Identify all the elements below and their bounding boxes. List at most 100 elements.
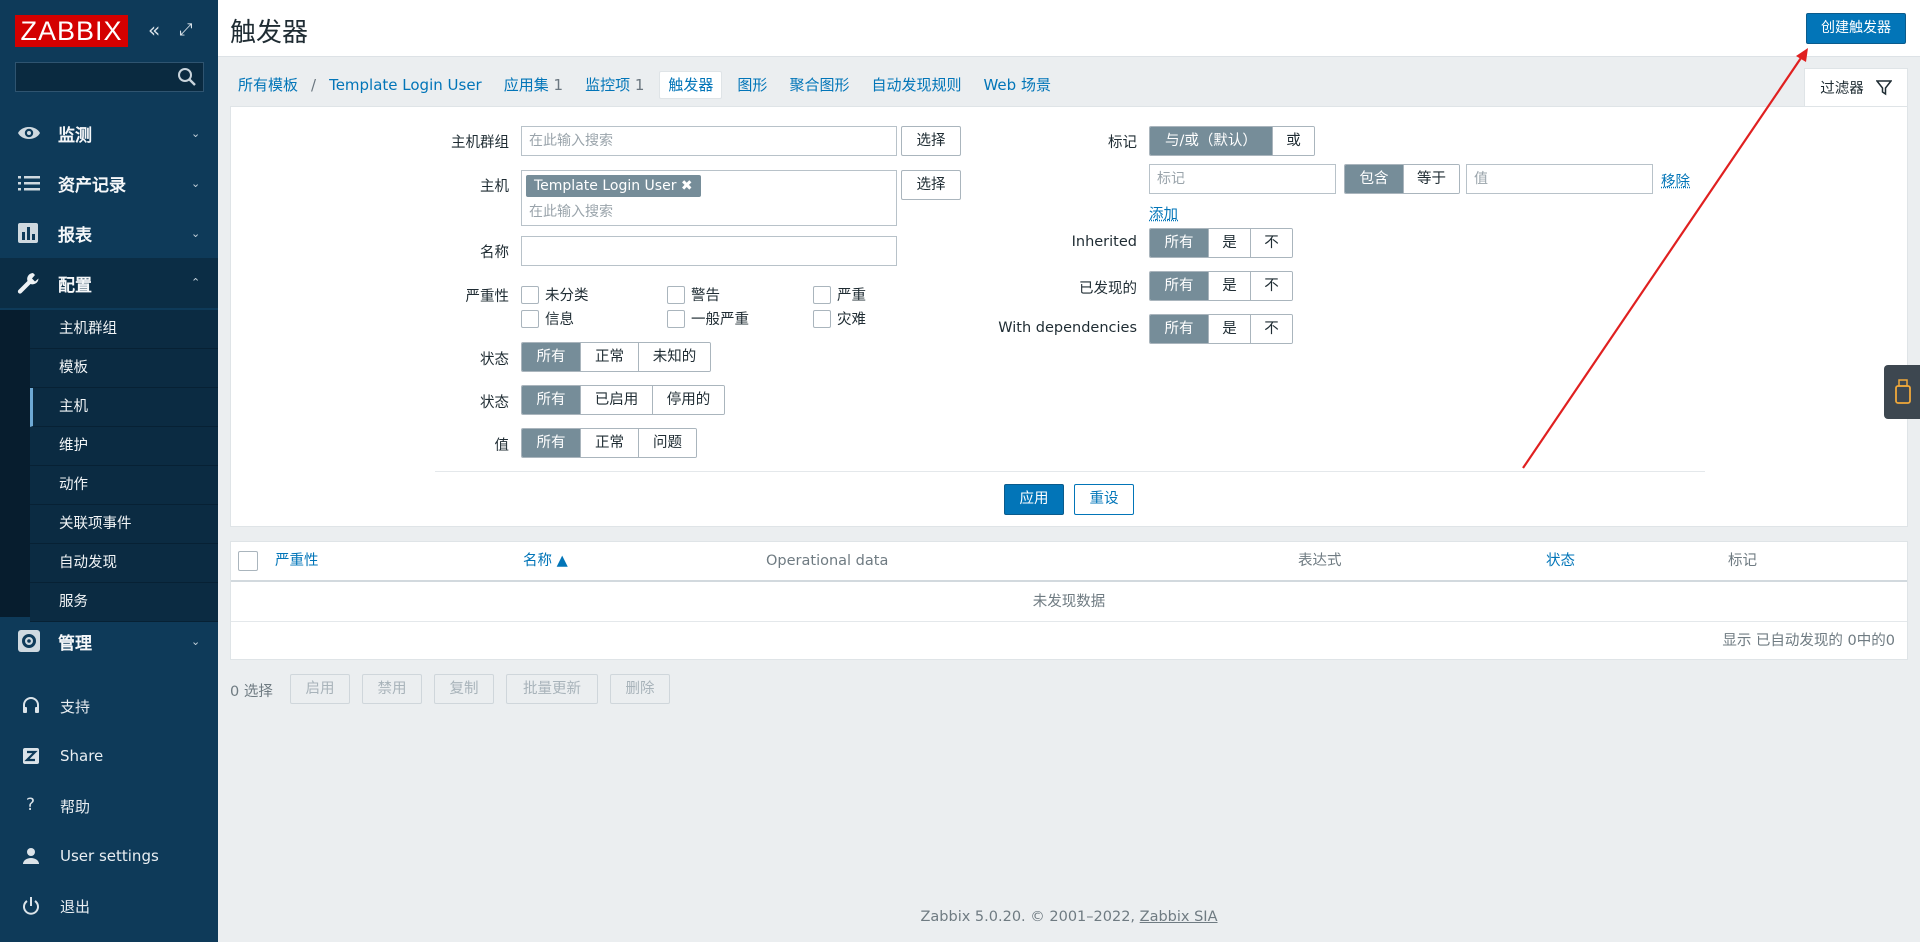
tag-contains-option[interactable]: 包含 xyxy=(1345,165,1403,193)
state-normal-option[interactable]: 正常 xyxy=(580,343,638,371)
severity-average-checkbox[interactable]: 一般严重 xyxy=(667,308,749,329)
menu-support[interactable]: 支持 xyxy=(0,683,218,729)
state-unknown-option[interactable]: 未知的 xyxy=(638,343,710,371)
host-search-input[interactable]: 在此输入搜索 xyxy=(529,201,613,221)
inherited-yes-option[interactable]: 是 xyxy=(1208,229,1250,257)
menu-help-label: 帮助 xyxy=(60,797,91,816)
tab-items[interactable]: 监控项 1 xyxy=(574,70,655,100)
checkbox-box[interactable] xyxy=(813,309,831,328)
submenu-actions[interactable]: 动作 xyxy=(30,466,218,505)
name-input[interactable] xyxy=(521,236,897,266)
collapse-sidebar-icon[interactable]: « xyxy=(148,18,160,42)
delete-button[interactable]: 删除 xyxy=(610,674,670,704)
host-multiselect[interactable]: Template Login User ✖ 在此输入搜索 xyxy=(521,170,897,226)
menu-sign-out[interactable]: 退出 xyxy=(0,883,218,929)
tab-triggers[interactable]: 触发器 xyxy=(659,71,723,99)
status-all-option[interactable]: 所有 xyxy=(522,386,580,414)
footer-copyright: Zabbix 5.0.20. © 2001–2022, xyxy=(920,909,1136,925)
kiosk-mode-icon[interactable]: ⤢ xyxy=(179,18,193,42)
menu-help[interactable]: ? 帮助 xyxy=(0,783,218,829)
host-select-button[interactable]: 选择 xyxy=(901,170,961,200)
column-severity[interactable]: 严重性 xyxy=(275,542,319,580)
zabbix-logo[interactable]: ZABBIX xyxy=(15,15,128,47)
submenu-hosts[interactable]: 主机 xyxy=(30,388,218,427)
menu-monitoring[interactable]: 监测 ⌄ xyxy=(0,108,218,158)
tag-remove-link[interactable]: 移除 xyxy=(1661,170,1690,191)
column-name[interactable]: 名称 ▲ xyxy=(523,542,568,580)
submenu-host-groups[interactable]: 主机群组 xyxy=(30,310,218,349)
side-panel-handle[interactable] xyxy=(1884,365,1920,419)
apply-button[interactable]: 应用 xyxy=(1004,484,1064,515)
host-group-search-input[interactable]: 在此输入搜索 xyxy=(521,126,897,156)
tab-graphs[interactable]: 图形 xyxy=(726,70,778,100)
disable-button[interactable]: 禁用 xyxy=(362,674,422,704)
value-ok-option[interactable]: 正常 xyxy=(580,429,638,457)
checkbox-box[interactable] xyxy=(667,309,685,328)
severity-high-checkbox[interactable]: 严重 xyxy=(813,284,866,305)
tag-equals-option[interactable]: 等于 xyxy=(1403,165,1459,193)
checkbox-box[interactable] xyxy=(521,309,539,328)
discovered-yes-option[interactable]: 是 xyxy=(1208,272,1250,300)
reset-button[interactable]: 重设 xyxy=(1074,484,1134,515)
menu-share[interactable]: Share xyxy=(0,733,218,779)
severity-not-classified-label: 未分类 xyxy=(545,288,589,304)
checkbox-box[interactable] xyxy=(813,285,831,304)
checkbox-box[interactable] xyxy=(521,285,539,304)
enable-button[interactable]: 启用 xyxy=(290,674,350,704)
tag-name-input[interactable]: 标记 xyxy=(1149,164,1336,194)
footer-company-link[interactable]: Zabbix SIA xyxy=(1140,909,1218,925)
severity-warning-checkbox[interactable]: 警告 xyxy=(667,284,720,305)
inherited-no-option[interactable]: 不 xyxy=(1250,229,1292,257)
chevron-down-icon: ⌄ xyxy=(191,176,201,190)
create-trigger-button[interactable]: 创建触发器 xyxy=(1806,13,1906,44)
tab-web-scenarios[interactable]: Web 场景 xyxy=(972,70,1061,100)
sidebar-search-input[interactable] xyxy=(15,62,204,92)
tag-or-option[interactable]: 或 xyxy=(1272,127,1314,155)
column-status[interactable]: 状态 xyxy=(1546,542,1575,580)
host-group-select-button[interactable]: 选择 xyxy=(901,126,961,156)
host-tag: Template Login User ✖ xyxy=(526,175,701,197)
submenu-event-correlation[interactable]: 关联项事件 xyxy=(30,505,218,544)
menu-inventory[interactable]: 资产记录 ⌄ xyxy=(0,158,218,208)
search-icon[interactable] xyxy=(177,67,197,87)
filter-tab[interactable]: 过滤器 xyxy=(1804,68,1908,106)
discovered-no-option[interactable]: 不 xyxy=(1250,272,1292,300)
value-all-option[interactable]: 所有 xyxy=(522,429,580,457)
remove-tag-icon[interactable]: ✖ xyxy=(681,178,693,194)
menu-reports[interactable]: 报表 ⌄ xyxy=(0,208,218,258)
chart-icon xyxy=(18,223,38,243)
tab-applications[interactable]: 应用集 1 xyxy=(493,70,574,100)
tab-discovery-rules[interactable]: 自动发现规则 xyxy=(860,70,972,100)
copy-button[interactable]: 复制 xyxy=(434,674,494,704)
tag-add-link[interactable]: 添加 xyxy=(1149,203,1178,224)
submenu-maintenance[interactable]: 维护 xyxy=(30,427,218,466)
breadcrumb-template[interactable]: Template Login User xyxy=(318,70,493,100)
status-disabled-option[interactable]: 停用的 xyxy=(652,386,724,414)
menu-inventory-label: 资产记录 xyxy=(58,175,126,196)
dependencies-no-option[interactable]: 不 xyxy=(1250,315,1292,343)
tag-value-input[interactable]: 值 xyxy=(1466,164,1653,194)
dependencies-all-option[interactable]: 所有 xyxy=(1150,315,1208,343)
checkbox-box[interactable] xyxy=(667,285,685,304)
submenu-discovery[interactable]: 自动发现 xyxy=(30,544,218,583)
page-title: 触发器 xyxy=(230,18,309,48)
select-all-checkbox[interactable] xyxy=(238,551,258,571)
usb-drive-icon xyxy=(1895,379,1911,404)
status-enabled-option[interactable]: 已启用 xyxy=(580,386,652,414)
menu-administration[interactable]: 管理 ⌄ xyxy=(0,616,218,666)
mass-update-button[interactable]: 批量更新 xyxy=(506,674,598,704)
menu-user-settings[interactable]: User settings xyxy=(0,833,218,879)
value-problem-option[interactable]: 问题 xyxy=(638,429,696,457)
state-all-option[interactable]: 所有 xyxy=(522,343,580,371)
tag-and-or-option[interactable]: 与/或（默认） xyxy=(1150,127,1272,155)
severity-not-classified-checkbox[interactable]: 未分类 xyxy=(521,284,589,305)
discovered-all-option[interactable]: 所有 xyxy=(1150,272,1208,300)
severity-disaster-checkbox[interactable]: 灾难 xyxy=(813,308,866,329)
breadcrumb-all-templates[interactable]: 所有模板 xyxy=(226,70,309,100)
severity-information-checkbox[interactable]: 信息 xyxy=(521,308,574,329)
tab-screens[interactable]: 聚合图形 xyxy=(778,70,860,100)
menu-configuration[interactable]: 配置 ⌃ xyxy=(0,258,218,308)
dependencies-yes-option[interactable]: 是 xyxy=(1208,315,1250,343)
submenu-templates[interactable]: 模板 xyxy=(30,349,218,388)
inherited-all-option[interactable]: 所有 xyxy=(1150,229,1208,257)
